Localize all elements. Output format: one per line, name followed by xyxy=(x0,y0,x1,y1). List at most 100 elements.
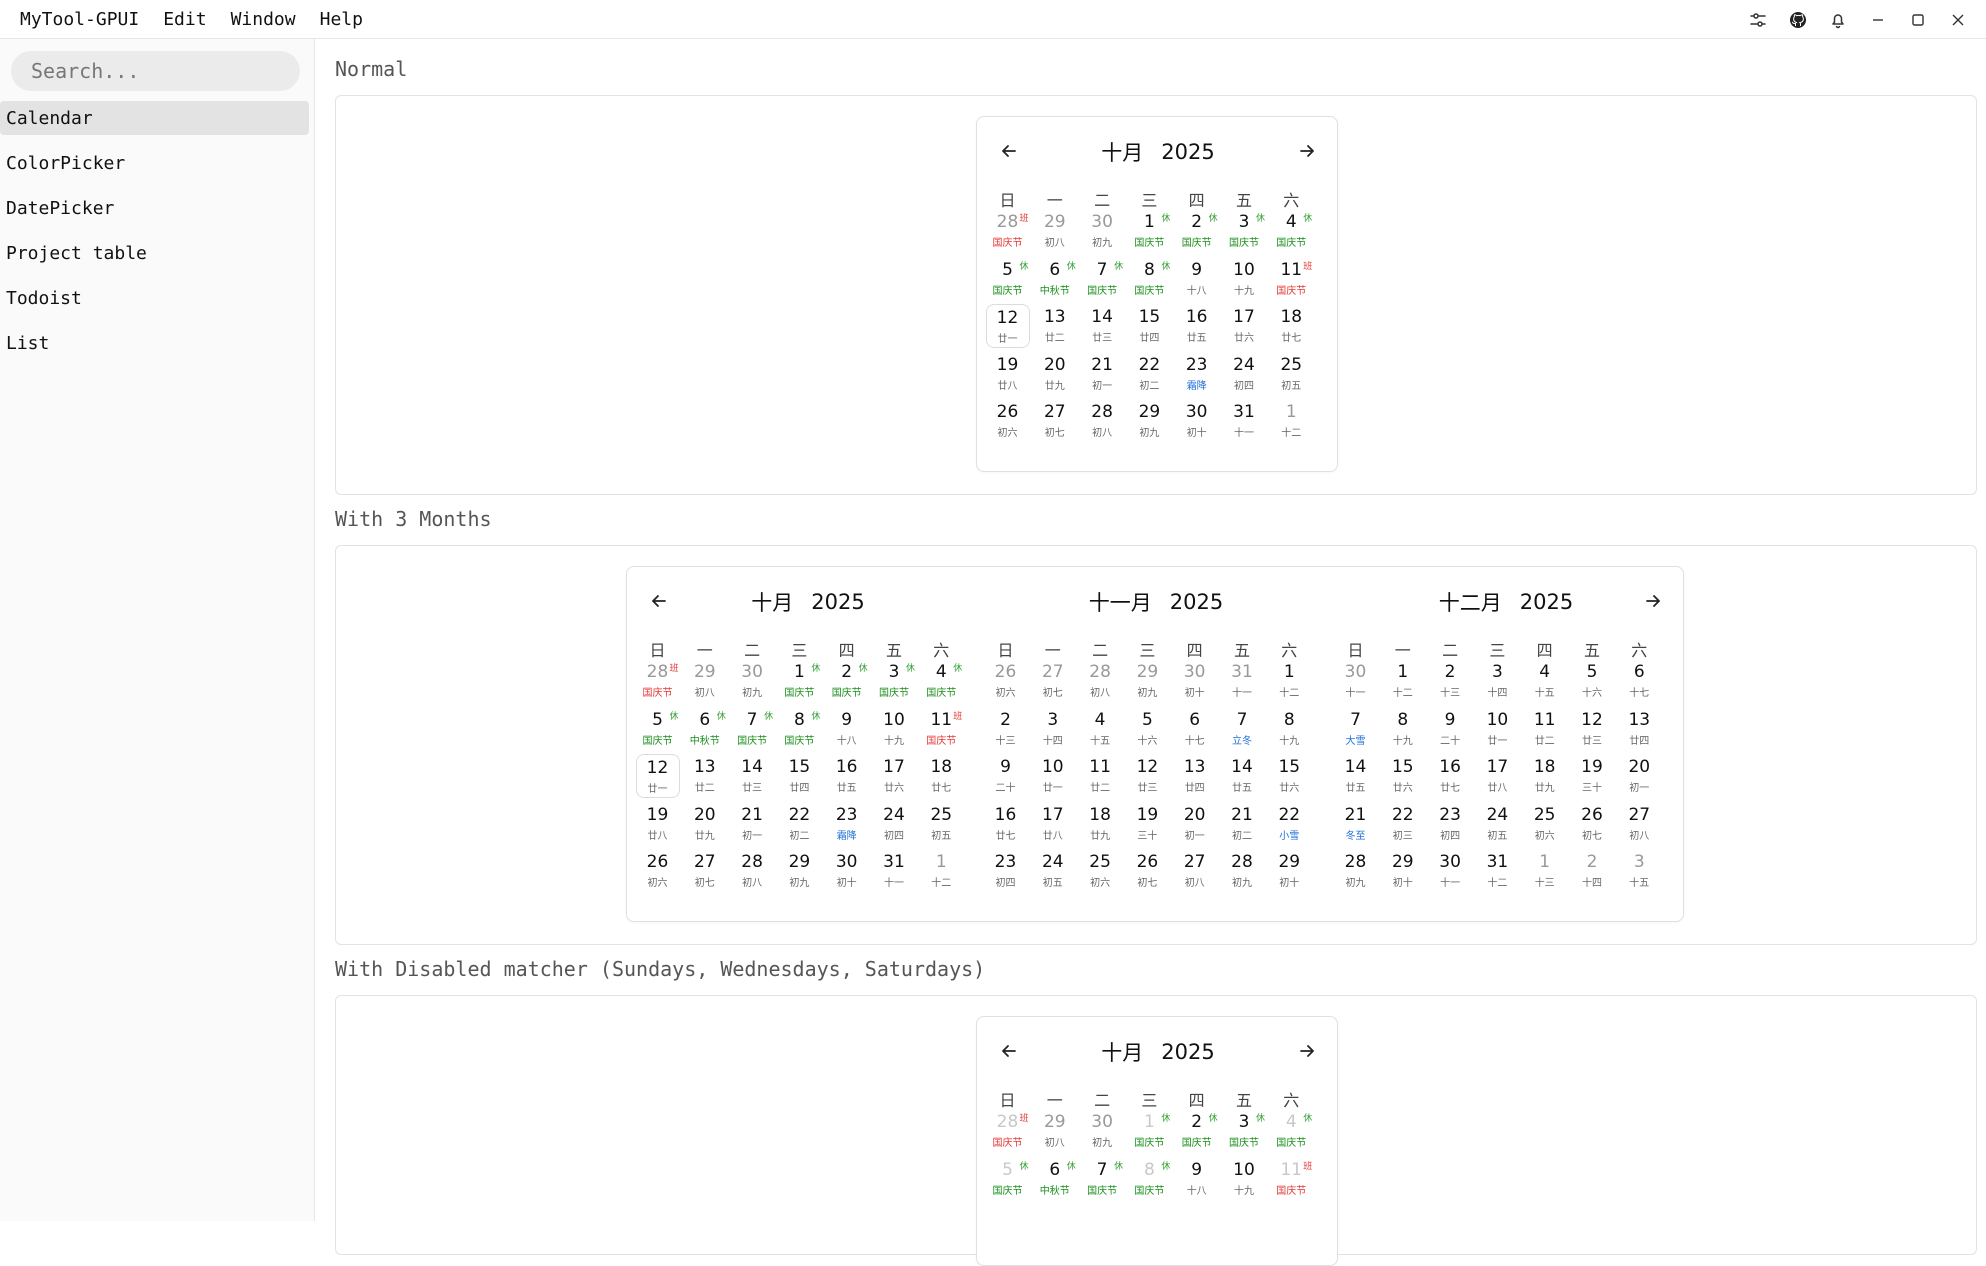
month-label[interactable]: 十月 xyxy=(1101,1037,1143,1067)
menu-edit[interactable]: Edit xyxy=(163,9,206,30)
day-cell[interactable]: 16 廿七 xyxy=(984,802,1028,846)
day-cell[interactable]: 22 初二 xyxy=(1127,352,1171,396)
day-cell[interactable]: 10 十九 xyxy=(1222,257,1266,301)
day-cell[interactable]: 1 十二 xyxy=(1267,659,1311,703)
day-cell[interactable]: 29 初十 xyxy=(1381,849,1425,893)
day-cell[interactable]: 7 立冬 xyxy=(1220,707,1264,751)
month-label[interactable]: 十月 xyxy=(751,587,793,617)
day-cell[interactable]: 13 廿二 xyxy=(1033,304,1077,348)
day-cell[interactable]: 3 十四 xyxy=(1031,707,1075,751)
day-cell[interactable]: 2 国庆节休 xyxy=(1175,209,1219,253)
day-cell-today[interactable]: 12 廿一 xyxy=(985,304,1030,348)
day-cell[interactable]: 30 初十 xyxy=(1175,399,1219,443)
day-cell[interactable]: 8 国庆节休 xyxy=(1127,257,1171,301)
day-cell[interactable]: 30 十一 xyxy=(1334,659,1378,703)
day-cell[interactable]: 4 国庆节休 xyxy=(919,659,963,703)
day-cell[interactable]: 16 廿七 xyxy=(1428,754,1472,798)
day-cell[interactable]: 31 十一 xyxy=(1222,399,1266,443)
day-cell[interactable]: 3 国庆节休 xyxy=(1222,209,1266,253)
day-cell[interactable]: 14 廿三 xyxy=(1080,304,1124,348)
menu-help[interactable]: Help xyxy=(320,9,363,30)
day-cell[interactable]: 29 初八 xyxy=(683,659,727,703)
day-cell[interactable]: 21 冬至 xyxy=(1334,802,1378,846)
sidebar-item-project-table[interactable]: Project table xyxy=(0,236,309,270)
day-cell[interactable]: 17 廿六 xyxy=(872,754,916,798)
sidebar-item-calendar[interactable]: Calendar xyxy=(0,101,309,135)
day-cell[interactable]: 8 国庆节休 xyxy=(777,707,821,751)
day-cell[interactable]: 2 十四 xyxy=(1570,849,1614,893)
close-icon[interactable] xyxy=(1938,0,1978,39)
day-cell[interactable]: 6 中秋节休 xyxy=(1033,257,1077,301)
day-cell[interactable]: 1 国庆节休 xyxy=(1127,209,1171,253)
day-cell[interactable]: 26 初六 xyxy=(636,849,680,893)
day-cell[interactable]: 26 初六 xyxy=(986,399,1030,443)
year-label[interactable]: 2025 xyxy=(1170,590,1223,614)
day-cell[interactable]: 9 十八 xyxy=(1175,257,1219,301)
year-label[interactable]: 2025 xyxy=(1520,590,1573,614)
day-cell[interactable]: 19 廿八 xyxy=(986,352,1030,396)
search-input[interactable]: Search... xyxy=(11,51,300,91)
month-label[interactable]: 十二月 xyxy=(1439,587,1502,617)
day-cell[interactable]: 6 中秋节休 xyxy=(1033,1157,1077,1201)
day-cell[interactable]: 21 初二 xyxy=(1220,802,1264,846)
day-cell[interactable]: 19 廿八 xyxy=(636,802,680,846)
day-cell[interactable]: 27 初七 xyxy=(683,849,727,893)
day-cell[interactable]: 13 廿二 xyxy=(683,754,727,798)
day-cell[interactable]: 19 三十 xyxy=(1570,754,1614,798)
day-cell[interactable]: 14 廿三 xyxy=(730,754,774,798)
day-cell[interactable]: 1 十三 xyxy=(1523,849,1567,893)
day-cell[interactable]: 1 十二 xyxy=(1381,659,1425,703)
day-cell[interactable]: 15 廿六 xyxy=(1267,754,1311,798)
day-cell[interactable]: 28 初九 xyxy=(1220,849,1264,893)
maximize-icon[interactable] xyxy=(1898,0,1938,39)
day-cell[interactable]: 27 初八 xyxy=(1173,849,1217,893)
day-cell[interactable]: 9 十八 xyxy=(1175,1157,1219,1201)
day-cell[interactable]: 1 十二 xyxy=(1269,399,1313,443)
day-cell[interactable]: 7 国庆节休 xyxy=(730,707,774,751)
day-cell[interactable]: 18 廿七 xyxy=(1269,304,1313,348)
day-cell[interactable]: 6 十七 xyxy=(1173,707,1217,751)
day-cell[interactable]: 30 初十 xyxy=(1173,659,1217,703)
day-cell[interactable]: 2 十三 xyxy=(1428,659,1472,703)
day-cell[interactable]: 30 初九 xyxy=(730,659,774,703)
day-cell[interactable]: 17 廿八 xyxy=(1475,754,1519,798)
day-cell[interactable]: 14 廿五 xyxy=(1334,754,1378,798)
day-cell[interactable]: 15 廿四 xyxy=(777,754,821,798)
day-cell[interactable]: 15 廿六 xyxy=(1381,754,1425,798)
day-cell[interactable]: 28 国庆节班 xyxy=(986,209,1030,253)
day-cell[interactable]: 6 中秋节休 xyxy=(683,707,727,751)
day-cell[interactable]: 28 初九 xyxy=(1334,849,1378,893)
day-cell[interactable]: 2 十三 xyxy=(984,707,1028,751)
day-cell[interactable]: 25 初五 xyxy=(919,802,963,846)
settings-sliders-icon[interactable] xyxy=(1738,0,1778,39)
day-cell[interactable]: 28 初八 xyxy=(1080,399,1124,443)
day-cell[interactable]: 29 初十 xyxy=(1267,849,1311,893)
next-month-button[interactable] xyxy=(1295,141,1319,165)
day-cell[interactable]: 20 廿九 xyxy=(683,802,727,846)
day-cell[interactable]: 18 廿九 xyxy=(1523,754,1567,798)
day-cell[interactable]: 25 初六 xyxy=(1523,802,1567,846)
day-cell[interactable]: 10 十九 xyxy=(872,707,916,751)
bell-icon[interactable] xyxy=(1818,0,1858,39)
minimize-icon[interactable] xyxy=(1858,0,1898,39)
day-cell[interactable]: 29 初八 xyxy=(1033,1109,1077,1153)
day-cell[interactable]: 16 廿五 xyxy=(825,754,869,798)
day-cell[interactable]: 24 初四 xyxy=(1222,352,1266,396)
day-cell[interactable]: 4 十五 xyxy=(1078,707,1122,751)
day-cell[interactable]: 27 初七 xyxy=(1033,399,1077,443)
day-cell-today[interactable]: 12 廿一 xyxy=(635,754,680,798)
day-cell[interactable]: 7 国庆节休 xyxy=(1080,1157,1124,1201)
year-label[interactable]: 2025 xyxy=(811,590,864,614)
day-cell[interactable]: 25 初五 xyxy=(1269,352,1313,396)
day-cell[interactable]: 3 国庆节休 xyxy=(1222,1109,1266,1153)
day-cell[interactable]: 25 初六 xyxy=(1078,849,1122,893)
day-cell[interactable]: 27 初七 xyxy=(1031,659,1075,703)
day-cell[interactable]: 20 初一 xyxy=(1617,754,1661,798)
day-cell[interactable]: 11 国庆节班 xyxy=(919,707,963,751)
day-cell[interactable]: 26 初六 xyxy=(984,659,1028,703)
day-cell[interactable]: 9 二十 xyxy=(984,754,1028,798)
day-cell[interactable]: 29 初九 xyxy=(1127,399,1171,443)
day-cell[interactable]: 23 初四 xyxy=(1428,802,1472,846)
day-cell[interactable]: 23 霜降 xyxy=(825,802,869,846)
day-cell[interactable]: 28 初八 xyxy=(1078,659,1122,703)
